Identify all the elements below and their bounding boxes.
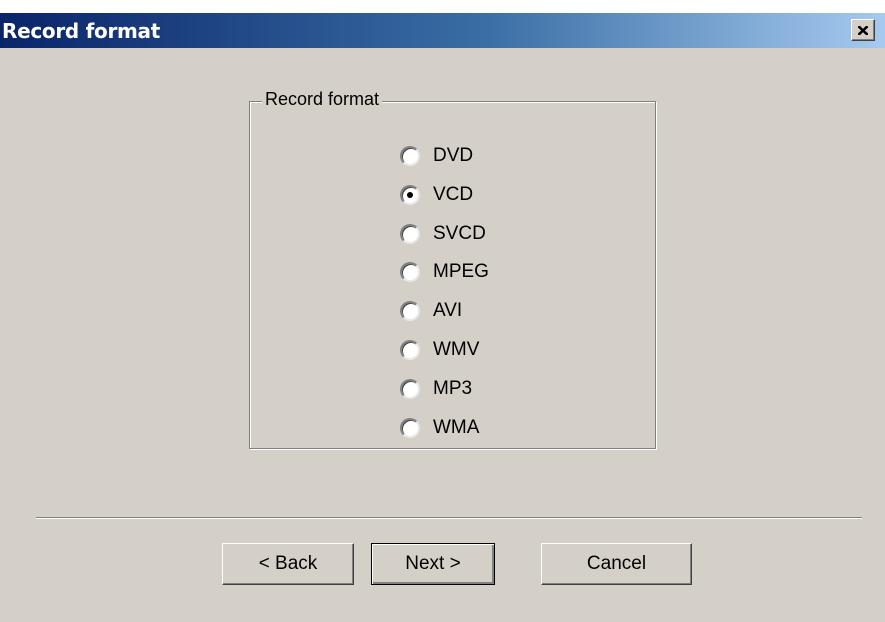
radio-option-mpeg[interactable]: MPEG [400,260,489,284]
window-title: Record format [2,19,161,43]
radio-label: DVD [433,145,474,166]
radio-option-mp3[interactable]: MP3 [400,377,472,401]
radio-label: WMV [433,339,480,360]
radio-label: MP3 [433,378,473,399]
radio-button[interactable] [400,418,420,438]
radio-button[interactable] [400,301,420,321]
title-bar[interactable]: Record format [0,13,885,48]
radio-option-wma[interactable]: WMA [400,416,479,440]
button-separator [36,517,862,519]
radio-option-svcd[interactable]: SVCD [400,222,486,246]
cancel-button[interactable]: Cancel [541,543,692,585]
radio-option-wmv[interactable]: WMV [400,338,479,362]
radio-label: VCD [433,184,474,205]
radio-button[interactable] [400,185,420,205]
groupbox-label: Record format [262,89,383,110]
close-icon [858,25,868,35]
radio-button[interactable] [400,146,420,166]
radio-button[interactable] [400,379,420,399]
radio-button[interactable] [400,224,420,244]
radio-option-vcd[interactable]: VCD [400,183,473,207]
radio-label: MPEG [433,261,489,282]
radio-label: SVCD [433,223,486,244]
radio-button[interactable] [400,262,420,282]
back-button[interactable]: < Back [222,543,354,585]
radio-button[interactable] [400,340,420,360]
radio-label: WMA [433,417,480,438]
close-button[interactable] [851,19,875,41]
radio-label: AVI [433,300,463,321]
radio-option-dvd[interactable]: DVD [400,144,473,168]
next-button[interactable]: Next > [371,543,495,585]
radio-option-avi[interactable]: AVI [400,299,462,323]
